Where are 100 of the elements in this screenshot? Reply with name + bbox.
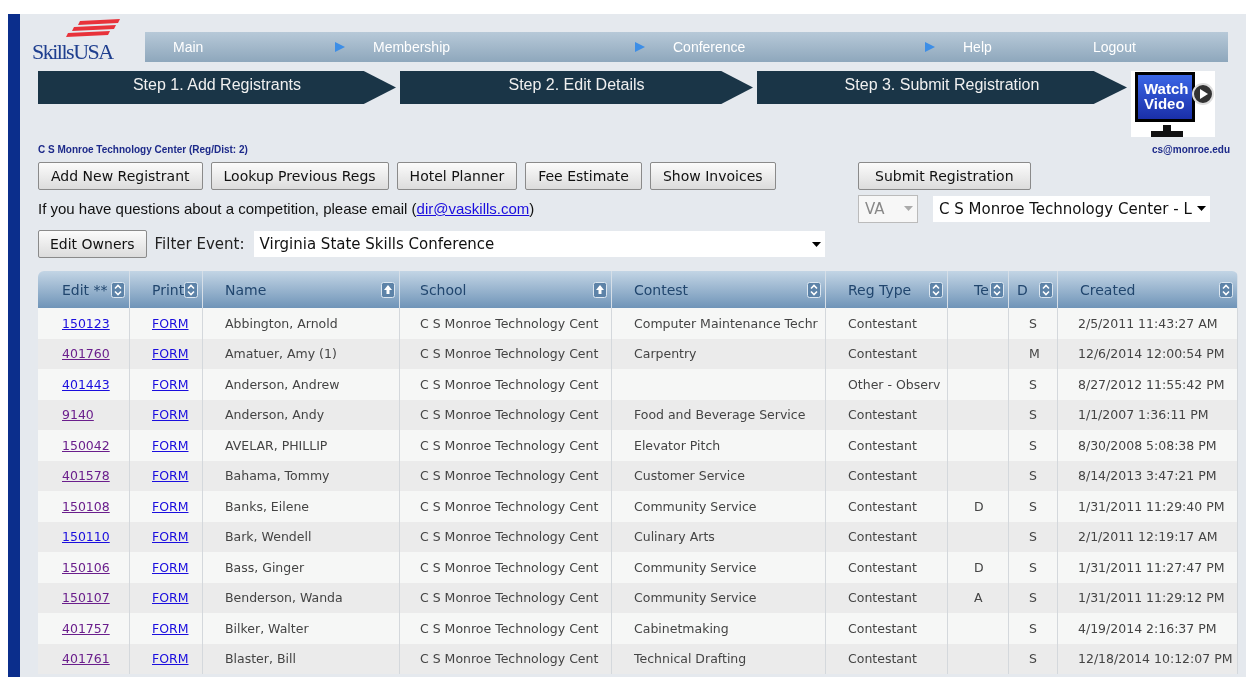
name-cell: Bahama, Tommy: [203, 460, 400, 491]
column-header[interactable]: School: [400, 271, 612, 308]
toolbar-button[interactable]: Add New Registrant: [38, 162, 203, 190]
reg-type-cell: Contestant: [826, 430, 948, 461]
name-cell: Abbington, Arnold: [203, 308, 400, 339]
print-form-link[interactable]: FORM: [152, 346, 189, 362]
team-cell: A: [948, 582, 1009, 613]
step-banner[interactable]: Step 3. Submit Registration: [757, 71, 1127, 104]
name-cell: Amatuer, Amy (1): [203, 338, 400, 369]
registrant-id-link[interactable]: 401757: [62, 620, 110, 636]
created-cell: 2/1/2011 12:19:17 AM: [1058, 521, 1238, 552]
division-cell: S: [1009, 521, 1058, 552]
school-cell: C S Monroe Technology Cent: [400, 369, 612, 400]
step-banner[interactable]: Step 1. Add Registrants: [38, 71, 396, 104]
division-cell: S: [1009, 582, 1058, 613]
print-form-link[interactable]: FORM: [152, 651, 189, 667]
print-form-link[interactable]: FORM: [152, 315, 189, 331]
division-cell: S: [1009, 552, 1058, 583]
registrant-id-link[interactable]: 401761: [62, 651, 110, 667]
print-form-link[interactable]: FORM: [152, 407, 189, 423]
contest-cell: Elevator Pitch: [612, 430, 826, 461]
registrant-id-link[interactable]: 150042: [62, 437, 110, 453]
sort-icon[interactable]: [184, 281, 199, 298]
contest-cell: Food and Beverage Service: [612, 399, 826, 430]
created-cell: 4/19/2014 2:16:37 PM: [1058, 613, 1238, 644]
column-header[interactable]: Created: [1058, 271, 1238, 308]
print-form-link[interactable]: FORM: [152, 529, 189, 545]
sort-icon[interactable]: [807, 281, 821, 298]
school-cell: C S Monroe Technology Cent: [400, 582, 612, 613]
print-form-link[interactable]: FORM: [152, 376, 189, 392]
registrant-id-link[interactable]: 150123: [62, 315, 110, 331]
reg-type-cell: Contestant: [826, 613, 948, 644]
column-header[interactable]: Reg Type: [826, 271, 948, 308]
registrant-id-link[interactable]: 401760: [62, 346, 110, 362]
contest-cell: Technical Drafting: [612, 643, 826, 674]
print-form-link[interactable]: FORM: [152, 620, 189, 636]
sort-icon[interactable]: [990, 281, 1004, 298]
school-cell: C S Monroe Technology Cent: [400, 491, 612, 522]
name-cell: AVELAR, PHILLIP: [203, 430, 400, 461]
toolbar-button[interactable]: Hotel Planner: [396, 162, 518, 190]
created-cell: 1/31/2011 11:27:47 PM: [1058, 552, 1238, 583]
reg-type-cell: Contestant: [826, 552, 948, 583]
division-cell: S: [1009, 491, 1058, 522]
school-cell: C S Monroe Technology Cent: [400, 613, 612, 644]
school-cell: C S Monroe Technology Cent: [400, 643, 612, 674]
created-cell: 8/14/2013 3:47:21 PM: [1058, 460, 1238, 491]
event-select[interactable]: Virginia State Skills Conference: [252, 230, 826, 258]
column-header[interactable]: Name: [203, 271, 400, 308]
print-form-link[interactable]: FORM: [152, 498, 189, 514]
toolbar-button[interactable]: Lookup Previous Regs: [210, 162, 389, 190]
column-header[interactable]: Print: [130, 271, 203, 308]
registrant-id-link[interactable]: 150110: [62, 529, 110, 545]
reg-type-cell: Contestant: [826, 460, 948, 491]
division-cell: S: [1009, 308, 1058, 339]
school-cell: C S Monroe Technology Cent: [400, 399, 612, 430]
created-cell: 1/31/2011 11:29:40 PM: [1058, 491, 1238, 522]
registrant-id-link[interactable]: 150108: [62, 498, 110, 514]
reg-type-cell: Contestant: [826, 308, 948, 339]
watch-video-button[interactable]: Watch Video: [1131, 71, 1215, 137]
school-cell: C S Monroe Technology Cent: [400, 460, 612, 491]
sort-icon[interactable]: [1039, 281, 1053, 298]
reg-type-cell: Other - Observ: [826, 369, 948, 400]
contest-cell: Customer Service: [612, 460, 826, 491]
registrant-id-link[interactable]: 401443: [62, 376, 110, 392]
column-header[interactable]: Te: [948, 271, 1009, 308]
toolbar-button[interactable]: Show Invoices: [650, 162, 776, 190]
info-text: If you have questions about a competition, please email (dir@vaskills.com): [38, 200, 535, 217]
email-link[interactable]: dir@vaskills.com: [416, 200, 530, 217]
print-form-link[interactable]: FORM: [152, 590, 189, 606]
name-cell: Anderson, Andrew: [203, 369, 400, 400]
print-form-link[interactable]: FORM: [152, 437, 189, 453]
toolbar-button[interactable]: Fee Estimate: [525, 162, 642, 190]
submit-registration-button[interactable]: Submit Registration: [858, 162, 1031, 190]
filter-label: Filter Event:: [154, 235, 245, 253]
contest-cell: Computer Maintenance Techr: [612, 308, 826, 339]
sort-ascending-icon[interactable]: [593, 281, 607, 298]
registrant-id-link[interactable]: 401578: [62, 468, 110, 484]
reg-type-cell: Contestant: [826, 491, 948, 522]
column-header[interactable]: D: [1009, 271, 1058, 308]
division-cell: S: [1009, 399, 1058, 430]
reg-type-cell: Contestant: [826, 399, 948, 430]
registrant-id-link[interactable]: 150106: [62, 559, 110, 575]
registrant-id-link[interactable]: 150107: [62, 590, 110, 606]
logo-text[interactable]: SkillsUSA: [32, 41, 113, 63]
school-select[interactable]: C S Monroe Technology Center - L: [932, 194, 1211, 223]
reg-type-cell: Contestant: [826, 521, 948, 552]
sort-icon[interactable]: [929, 281, 943, 298]
sort-icon[interactable]: [1219, 281, 1233, 298]
edit-owners-button[interactable]: Edit Owners: [38, 230, 147, 258]
sort-ascending-icon[interactable]: [381, 281, 395, 298]
reg-type-cell: Contestant: [826, 643, 948, 674]
print-form-link[interactable]: FORM: [152, 559, 189, 575]
step-banner[interactable]: Step 2. Edit Details: [400, 71, 753, 104]
registrant-id-link[interactable]: 9140: [62, 407, 94, 423]
column-header[interactable]: Edit **: [38, 271, 130, 308]
print-form-link[interactable]: FORM: [152, 468, 189, 484]
sort-icon[interactable]: [111, 281, 125, 298]
name-cell: Anderson, Andy: [203, 399, 400, 430]
column-header[interactable]: Contest: [612, 271, 826, 308]
division-cell: S: [1009, 430, 1058, 461]
